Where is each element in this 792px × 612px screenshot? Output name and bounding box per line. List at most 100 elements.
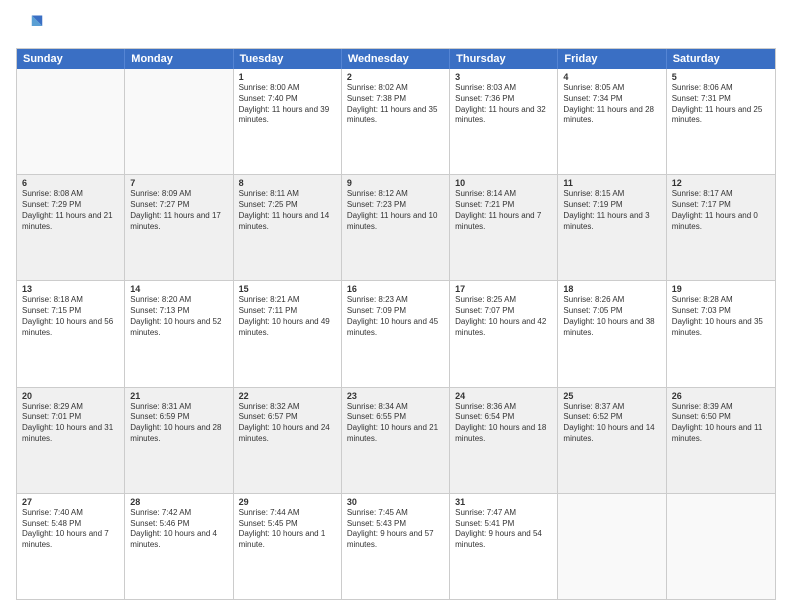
day-number: 6 <box>22 178 119 188</box>
day-number: 8 <box>239 178 336 188</box>
calendar-row-2: 13Sunrise: 8:18 AM Sunset: 7:15 PM Dayli… <box>17 280 775 386</box>
day-number: 20 <box>22 391 119 401</box>
cal-cell-day-25: 25Sunrise: 8:37 AM Sunset: 6:52 PM Dayli… <box>558 388 666 493</box>
cal-cell-day-24: 24Sunrise: 8:36 AM Sunset: 6:54 PM Dayli… <box>450 388 558 493</box>
day-number: 12 <box>672 178 770 188</box>
cal-cell-day-14: 14Sunrise: 8:20 AM Sunset: 7:13 PM Dayli… <box>125 281 233 386</box>
calendar-header: SundayMondayTuesdayWednesdayThursdayFrid… <box>17 49 775 69</box>
header <box>16 12 776 40</box>
cell-info: Sunrise: 8:15 AM Sunset: 7:19 PM Dayligh… <box>563 189 660 232</box>
cell-info: Sunrise: 8:06 AM Sunset: 7:31 PM Dayligh… <box>672 83 770 126</box>
cal-cell-day-18: 18Sunrise: 8:26 AM Sunset: 7:05 PM Dayli… <box>558 281 666 386</box>
calendar-body: 1Sunrise: 8:00 AM Sunset: 7:40 PM Daylig… <box>17 69 775 599</box>
cell-info: Sunrise: 8:26 AM Sunset: 7:05 PM Dayligh… <box>563 295 660 338</box>
day-number: 30 <box>347 497 444 507</box>
day-number: 16 <box>347 284 444 294</box>
cell-info: Sunrise: 8:02 AM Sunset: 7:38 PM Dayligh… <box>347 83 444 126</box>
day-number: 23 <box>347 391 444 401</box>
cal-cell-day-7: 7Sunrise: 8:09 AM Sunset: 7:27 PM Daylig… <box>125 175 233 280</box>
day-number: 18 <box>563 284 660 294</box>
day-number: 9 <box>347 178 444 188</box>
day-number: 5 <box>672 72 770 82</box>
day-number: 26 <box>672 391 770 401</box>
cal-cell-day-13: 13Sunrise: 8:18 AM Sunset: 7:15 PM Dayli… <box>17 281 125 386</box>
logo-icon <box>16 12 44 40</box>
weekday-header-friday: Friday <box>558 49 666 69</box>
cell-info: Sunrise: 8:12 AM Sunset: 7:23 PM Dayligh… <box>347 189 444 232</box>
cal-cell-day-17: 17Sunrise: 8:25 AM Sunset: 7:07 PM Dayli… <box>450 281 558 386</box>
cell-info: Sunrise: 8:11 AM Sunset: 7:25 PM Dayligh… <box>239 189 336 232</box>
cal-cell-day-2: 2Sunrise: 8:02 AM Sunset: 7:38 PM Daylig… <box>342 69 450 174</box>
logo <box>16 12 48 40</box>
cell-info: Sunrise: 8:05 AM Sunset: 7:34 PM Dayligh… <box>563 83 660 126</box>
day-number: 2 <box>347 72 444 82</box>
cell-info: Sunrise: 8:03 AM Sunset: 7:36 PM Dayligh… <box>455 83 552 126</box>
cal-cell-day-5: 5Sunrise: 8:06 AM Sunset: 7:31 PM Daylig… <box>667 69 775 174</box>
cell-info: Sunrise: 8:08 AM Sunset: 7:29 PM Dayligh… <box>22 189 119 232</box>
weekday-header-sunday: Sunday <box>17 49 125 69</box>
cell-info: Sunrise: 8:14 AM Sunset: 7:21 PM Dayligh… <box>455 189 552 232</box>
calendar-row-1: 6Sunrise: 8:08 AM Sunset: 7:29 PM Daylig… <box>17 174 775 280</box>
cell-info: Sunrise: 8:29 AM Sunset: 7:01 PM Dayligh… <box>22 402 119 445</box>
day-number: 4 <box>563 72 660 82</box>
weekday-header-tuesday: Tuesday <box>234 49 342 69</box>
cal-cell-empty-0-0 <box>17 69 125 174</box>
calendar: SundayMondayTuesdayWednesdayThursdayFrid… <box>16 48 776 600</box>
day-number: 13 <box>22 284 119 294</box>
cell-info: Sunrise: 8:20 AM Sunset: 7:13 PM Dayligh… <box>130 295 227 338</box>
cell-info: Sunrise: 8:25 AM Sunset: 7:07 PM Dayligh… <box>455 295 552 338</box>
day-number: 17 <box>455 284 552 294</box>
cal-cell-day-10: 10Sunrise: 8:14 AM Sunset: 7:21 PM Dayli… <box>450 175 558 280</box>
weekday-header-saturday: Saturday <box>667 49 775 69</box>
cell-info: Sunrise: 7:47 AM Sunset: 5:41 PM Dayligh… <box>455 508 552 551</box>
cal-cell-day-22: 22Sunrise: 8:32 AM Sunset: 6:57 PM Dayli… <box>234 388 342 493</box>
cell-info: Sunrise: 8:21 AM Sunset: 7:11 PM Dayligh… <box>239 295 336 338</box>
cell-info: Sunrise: 8:31 AM Sunset: 6:59 PM Dayligh… <box>130 402 227 445</box>
day-number: 25 <box>563 391 660 401</box>
day-number: 22 <box>239 391 336 401</box>
day-number: 19 <box>672 284 770 294</box>
cell-info: Sunrise: 8:37 AM Sunset: 6:52 PM Dayligh… <box>563 402 660 445</box>
weekday-header-thursday: Thursday <box>450 49 558 69</box>
day-number: 24 <box>455 391 552 401</box>
calendar-row-0: 1Sunrise: 8:00 AM Sunset: 7:40 PM Daylig… <box>17 69 775 174</box>
calendar-row-4: 27Sunrise: 7:40 AM Sunset: 5:48 PM Dayli… <box>17 493 775 599</box>
cal-cell-day-21: 21Sunrise: 8:31 AM Sunset: 6:59 PM Dayli… <box>125 388 233 493</box>
day-number: 14 <box>130 284 227 294</box>
cal-cell-day-28: 28Sunrise: 7:42 AM Sunset: 5:46 PM Dayli… <box>125 494 233 599</box>
day-number: 11 <box>563 178 660 188</box>
day-number: 10 <box>455 178 552 188</box>
cal-cell-day-1: 1Sunrise: 8:00 AM Sunset: 7:40 PM Daylig… <box>234 69 342 174</box>
cal-cell-day-23: 23Sunrise: 8:34 AM Sunset: 6:55 PM Dayli… <box>342 388 450 493</box>
weekday-header-monday: Monday <box>125 49 233 69</box>
cal-cell-day-27: 27Sunrise: 7:40 AM Sunset: 5:48 PM Dayli… <box>17 494 125 599</box>
cal-cell-day-12: 12Sunrise: 8:17 AM Sunset: 7:17 PM Dayli… <box>667 175 775 280</box>
cell-info: Sunrise: 8:36 AM Sunset: 6:54 PM Dayligh… <box>455 402 552 445</box>
cell-info: Sunrise: 7:44 AM Sunset: 5:45 PM Dayligh… <box>239 508 336 551</box>
cal-cell-day-31: 31Sunrise: 7:47 AM Sunset: 5:41 PM Dayli… <box>450 494 558 599</box>
day-number: 15 <box>239 284 336 294</box>
cell-info: Sunrise: 7:45 AM Sunset: 5:43 PM Dayligh… <box>347 508 444 551</box>
cell-info: Sunrise: 8:18 AM Sunset: 7:15 PM Dayligh… <box>22 295 119 338</box>
weekday-header-wednesday: Wednesday <box>342 49 450 69</box>
cell-info: Sunrise: 8:32 AM Sunset: 6:57 PM Dayligh… <box>239 402 336 445</box>
cal-cell-day-16: 16Sunrise: 8:23 AM Sunset: 7:09 PM Dayli… <box>342 281 450 386</box>
day-number: 31 <box>455 497 552 507</box>
cell-info: Sunrise: 8:09 AM Sunset: 7:27 PM Dayligh… <box>130 189 227 232</box>
cell-info: Sunrise: 8:34 AM Sunset: 6:55 PM Dayligh… <box>347 402 444 445</box>
cal-cell-day-26: 26Sunrise: 8:39 AM Sunset: 6:50 PM Dayli… <box>667 388 775 493</box>
cal-cell-day-15: 15Sunrise: 8:21 AM Sunset: 7:11 PM Dayli… <box>234 281 342 386</box>
cal-cell-empty-4-5 <box>558 494 666 599</box>
day-number: 7 <box>130 178 227 188</box>
cell-info: Sunrise: 7:40 AM Sunset: 5:48 PM Dayligh… <box>22 508 119 551</box>
day-number: 28 <box>130 497 227 507</box>
cal-cell-day-19: 19Sunrise: 8:28 AM Sunset: 7:03 PM Dayli… <box>667 281 775 386</box>
day-number: 21 <box>130 391 227 401</box>
day-number: 29 <box>239 497 336 507</box>
cell-info: Sunrise: 7:42 AM Sunset: 5:46 PM Dayligh… <box>130 508 227 551</box>
cal-cell-empty-4-6 <box>667 494 775 599</box>
cell-info: Sunrise: 8:17 AM Sunset: 7:17 PM Dayligh… <box>672 189 770 232</box>
day-number: 3 <box>455 72 552 82</box>
cal-cell-day-11: 11Sunrise: 8:15 AM Sunset: 7:19 PM Dayli… <box>558 175 666 280</box>
cal-cell-day-8: 8Sunrise: 8:11 AM Sunset: 7:25 PM Daylig… <box>234 175 342 280</box>
